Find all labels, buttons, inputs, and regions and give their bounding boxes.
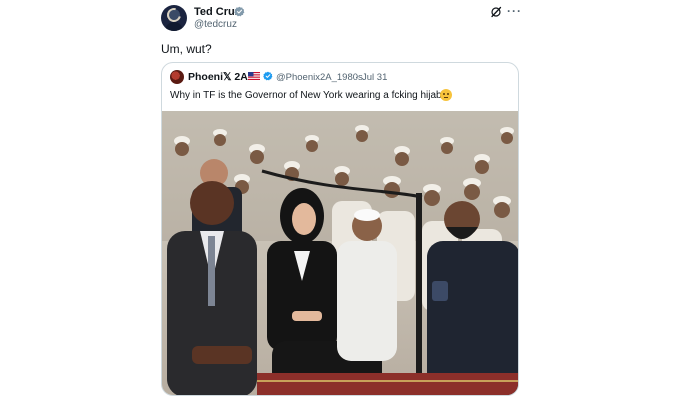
photo-scene xyxy=(162,111,518,395)
quoted-tweet-text: Why in TF is the Governor of New York we… xyxy=(170,90,450,101)
quoted-author-name[interactable]: Phoeni𝕏 2A xyxy=(188,71,248,83)
author-avatar[interactable] xyxy=(161,5,187,31)
quoted-tweet[interactable]: Phoeni𝕏 2A @Phoenix2A_1980s · Jul 31 Why… xyxy=(161,62,519,396)
quoted-timestamp[interactable]: Jul 31 xyxy=(362,72,387,83)
separator-dot: · xyxy=(355,72,359,83)
tweet-photo[interactable] xyxy=(162,111,518,395)
grok-icon[interactable] xyxy=(490,6,502,18)
tweet-card: Ted Cruz @tedcruz ··· Um, wut? Phoeni𝕏 2… xyxy=(0,0,680,400)
verified-badge-icon xyxy=(234,6,245,17)
quoted-author-avatar[interactable] xyxy=(170,70,184,84)
verified-badge-icon xyxy=(263,71,273,81)
smirking-face-icon xyxy=(440,89,452,101)
more-icon[interactable]: ··· xyxy=(507,4,522,18)
quoted-author-handle[interactable]: @Phoenix2A_1980s xyxy=(276,72,363,83)
tweet-text: Um, wut? xyxy=(161,42,212,56)
us-flag-icon xyxy=(248,72,260,80)
author-handle[interactable]: @tedcruz xyxy=(194,19,237,30)
